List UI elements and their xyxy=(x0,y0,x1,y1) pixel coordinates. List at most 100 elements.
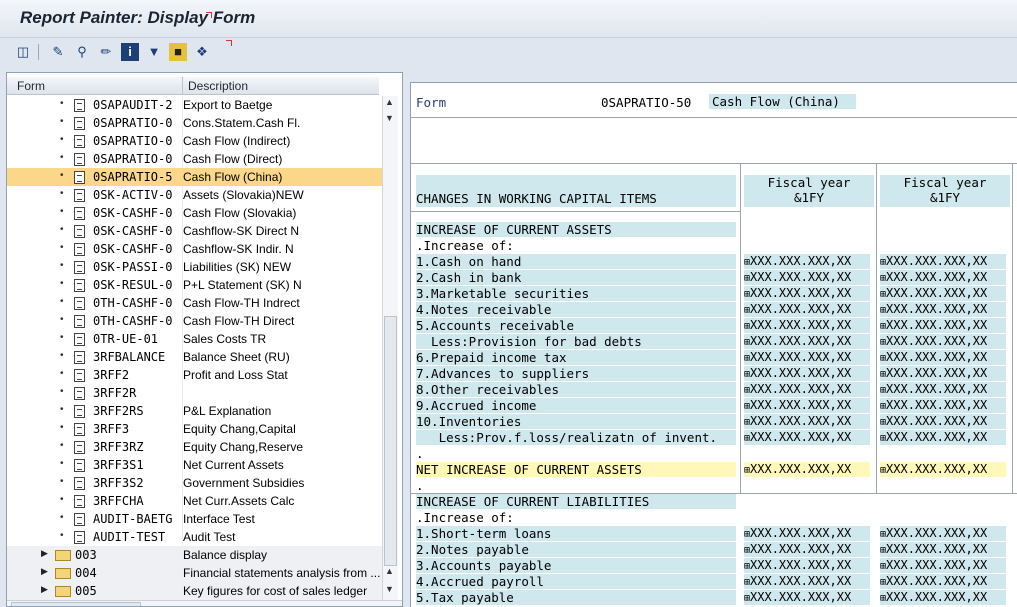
tree-item[interactable]: • 0SK-CASHF-0 Cashflow-SK Direct N xyxy=(7,222,382,240)
row-label[interactable]: 4.Notes receivable xyxy=(416,302,736,317)
transport-icon[interactable]: ■ xyxy=(169,43,187,61)
tree-item[interactable]: • 0SAPRATIO-5 Cash Flow (China) xyxy=(7,168,382,186)
scroll-up-icon[interactable]: ▲ xyxy=(385,566,394,576)
row-label[interactable]: . xyxy=(416,446,424,461)
row-label[interactable]: Less:Prov.f.loss/realizatn of invent. xyxy=(416,430,736,445)
value-cell[interactable]: XXX.XXX.XXX,XX xyxy=(744,318,870,333)
value-cell[interactable]: XXX.XXX.XXX,XX xyxy=(744,526,870,541)
scroll-thumb[interactable] xyxy=(384,316,397,566)
value-cell[interactable]: XXX.XXX.XXX,XX xyxy=(744,590,870,605)
tree-folder[interactable]: ▶ 005 Key figures for cost of sales ledger xyxy=(7,582,382,600)
tree-item[interactable]: • 3RFF2RS P&L Explanation xyxy=(7,402,382,420)
tree-item[interactable]: • 3RFF2 Profit and Loss Stat xyxy=(7,366,382,384)
row-label[interactable]: 7.Advances to suppliers xyxy=(416,366,736,381)
tree-item[interactable]: • 0SK-CASHF-0 Cashflow-SK Indir. N xyxy=(7,240,382,258)
row-label[interactable]: 5.Tax payable xyxy=(416,590,736,605)
value-cell[interactable]: XXX.XXX.XXX,XX xyxy=(880,270,1006,285)
value-cell[interactable]: XXX.XXX.XXX,XX xyxy=(744,430,870,445)
column-header-description[interactable]: Description xyxy=(188,79,248,93)
row-label[interactable]: .Increase of: xyxy=(416,510,514,525)
tree-item[interactable]: • 0SK-RESUL-0 P+L Statement (SK) N xyxy=(7,276,382,294)
row-label[interactable]: 9.Accrued income xyxy=(416,398,736,413)
tree-item[interactable]: • 3RFF3 Equity Chang,Capital xyxy=(7,420,382,438)
tree-item[interactable]: • 3RFF3S2 Government Subsidies xyxy=(7,474,382,492)
value-cell[interactable]: XXX.XXX.XXX,XX xyxy=(744,398,870,413)
row-label[interactable]: 8.Other receivables xyxy=(416,382,736,397)
tree-item[interactable]: • 0SK-CASHF-0 Cash Flow (Slovakia) xyxy=(7,204,382,222)
column-header-1[interactable]: Fiscal year &1FY xyxy=(744,175,874,207)
value-cell[interactable]: XXX.XXX.XXX,XX xyxy=(880,318,1006,333)
scroll-up-icon[interactable]: ▲ xyxy=(385,97,394,107)
tree-item[interactable]: • 0SK-PASSI-0 Liabilities (SK) NEW xyxy=(7,258,382,276)
expand-arrow-icon[interactable]: ▶ xyxy=(41,566,48,577)
value-cell[interactable]: XXX.XXX.XXX,XX xyxy=(744,414,870,429)
value-cell[interactable]: XXX.XXX.XXX,XX xyxy=(744,382,870,397)
value-cell[interactable]: XXX.XXX.XXX,XX xyxy=(880,254,1006,269)
value-cell[interactable]: XXX.XXX.XXX,XX xyxy=(744,366,870,381)
tree-item[interactable]: • 0SAPRATIO-0 Cash Flow (Indirect) xyxy=(7,132,382,150)
value-cell[interactable]: XXX.XXX.XXX,XX xyxy=(880,462,1006,477)
total-row-label[interactable]: NET INCREASE OF CURRENT ASSETS xyxy=(416,462,736,477)
row-label[interactable]: 1.Cash on hand xyxy=(416,254,736,269)
row-label[interactable]: 5.Accounts receivable xyxy=(416,318,736,333)
horizontal-scrollbar[interactable] xyxy=(7,600,402,606)
value-cell[interactable]: XXX.XXX.XXX,XX xyxy=(744,334,870,349)
tree-item[interactable]: • 0SAPRATIO-0 Cons.Statem.Cash Fl. xyxy=(7,114,382,132)
tree-item[interactable]: • 0TR-UE-01 Sales Costs TR xyxy=(7,330,382,348)
row-label[interactable]: .Increase of: xyxy=(416,238,514,253)
row-label[interactable]: 4.Accrued payroll xyxy=(416,574,736,589)
value-cell[interactable]: XXX.XXX.XXX,XX xyxy=(744,350,870,365)
value-cell[interactable]: XXX.XXX.XXX,XX xyxy=(744,462,870,477)
network-icon[interactable]: ❖ xyxy=(193,43,211,61)
value-cell[interactable]: XXX.XXX.XXX,XX xyxy=(744,254,870,269)
value-cell[interactable]: XXX.XXX.XXX,XX xyxy=(744,574,870,589)
expand-arrow-icon[interactable]: ▶ xyxy=(41,548,48,559)
value-cell[interactable]: XXX.XXX.XXX,XX xyxy=(880,574,1006,589)
info-icon[interactable]: i xyxy=(121,43,139,61)
edit-icon[interactable]: ✎ xyxy=(49,43,67,61)
expand-arrow-icon[interactable]: ▶ xyxy=(41,584,48,595)
tree-item[interactable]: • 0SK-ACTIV-0 Assets (Slovakia)NEW xyxy=(7,186,382,204)
vertical-scrollbar[interactable]: ▲ ▼ ▲ ▼ xyxy=(382,96,398,600)
value-cell[interactable]: XXX.XXX.XXX,XX xyxy=(744,270,870,285)
value-cell[interactable]: XXX.XXX.XXX,XX xyxy=(880,542,1006,557)
value-cell[interactable]: XXX.XXX.XXX,XX xyxy=(880,382,1006,397)
value-cell[interactable]: XXX.XXX.XXX,XX xyxy=(880,302,1006,317)
tree-item[interactable]: • 3RFBALANCE Balance Sheet (RU) xyxy=(7,348,382,366)
value-cell[interactable]: XXX.XXX.XXX,XX xyxy=(744,302,870,317)
scroll-down-icon[interactable]: ▼ xyxy=(385,584,394,594)
row-label[interactable]: 2.Notes payable xyxy=(416,542,736,557)
tree-folder[interactable]: ▶ 003 Balance display xyxy=(7,546,382,564)
value-cell[interactable]: XXX.XXX.XXX,XX xyxy=(744,286,870,301)
tree-item[interactable]: • 3RFFCHA Net Curr.Assets Calc xyxy=(7,492,382,510)
tree-folder[interactable]: ▶ 004 Financial statements analysis from .… xyxy=(7,564,382,582)
change-icon[interactable]: ✏ xyxy=(97,43,115,61)
value-cell[interactable]: XXX.XXX.XXX,XX xyxy=(880,398,1006,413)
value-cell[interactable]: XXX.XXX.XXX,XX xyxy=(880,590,1006,605)
value-cell[interactable]: XXX.XXX.XXX,XX xyxy=(880,366,1006,381)
section-header[interactable]: INCREASE OF CURRENT LIABILITIES xyxy=(416,494,736,509)
tree-item[interactable]: • 0TH-CASHF-0 Cash Flow-TH Direct xyxy=(7,312,382,330)
row-label[interactable]: 10.Inventories xyxy=(416,414,736,429)
row-label[interactable]: 1.Short-term loans xyxy=(416,526,736,541)
row-label[interactable]: Less:Provision for bad debts xyxy=(416,334,736,349)
value-cell[interactable]: XXX.XXX.XXX,XX xyxy=(880,430,1006,445)
tree-item[interactable]: • AUDIT-BAETG Interface Test xyxy=(7,510,382,528)
scroll-down-icon[interactable]: ▼ xyxy=(385,113,394,123)
tree-item[interactable]: • 0SAPAUDIT-2 Export to Baetge xyxy=(7,96,382,114)
value-cell[interactable]: XXX.XXX.XXX,XX xyxy=(744,558,870,573)
tree-item[interactable]: • 3RFF3S1 Net Current Assets xyxy=(7,456,382,474)
search-icon[interactable]: ⚲ xyxy=(73,43,91,61)
section-header[interactable]: INCREASE OF CURRENT ASSETS xyxy=(416,222,736,237)
main-column-header[interactable]: CHANGES IN WORKING CAPITAL ITEMS xyxy=(416,175,736,207)
value-cell[interactable]: XXX.XXX.XXX,XX xyxy=(880,526,1006,541)
tree-item[interactable]: • 0SAPRATIO-0 Cash Flow (Direct) xyxy=(7,150,382,168)
value-cell[interactable]: XXX.XXX.XXX,XX xyxy=(880,558,1006,573)
row-label[interactable]: . xyxy=(416,478,424,493)
row-label[interactable]: 2.Cash in bank xyxy=(416,270,736,285)
column-header-2[interactable]: Fiscal year &1FY xyxy=(880,175,1010,207)
scroll-thumb[interactable] xyxy=(11,602,141,606)
row-label[interactable]: 3.Marketable securities xyxy=(416,286,736,301)
tree-item[interactable]: • 3RFF2R xyxy=(7,384,382,402)
hierarchy-icon[interactable]: ◫ xyxy=(14,43,32,61)
